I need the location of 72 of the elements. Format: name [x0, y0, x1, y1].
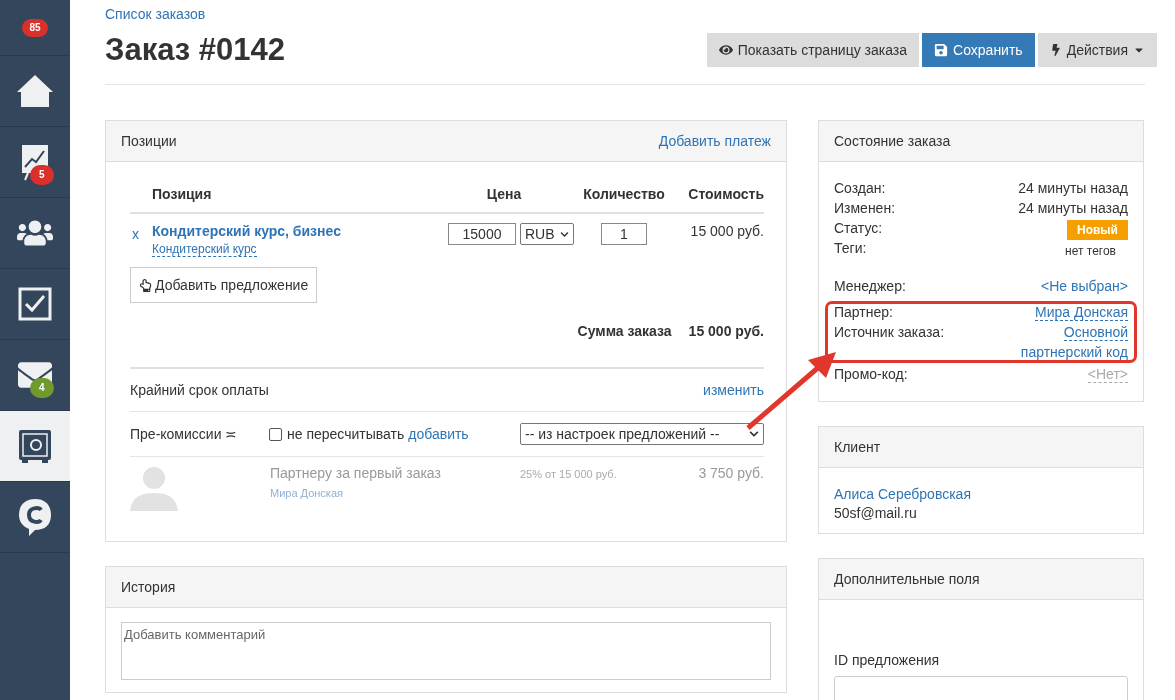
card-title: Дополнительные поля	[834, 571, 980, 587]
value-link[interactable]: Мира Донская	[1035, 304, 1128, 321]
value-text: 24 минуты назад	[1018, 200, 1128, 216]
card-title: Состояние заказа	[834, 133, 951, 149]
sidebar-item[interactable]: 5	[0, 127, 70, 198]
bolt-icon	[1049, 44, 1062, 56]
price-input[interactable]: 15000	[448, 223, 516, 245]
offer-link[interactable]: Кондитерский курс	[152, 242, 257, 257]
hand-pointer-icon	[139, 278, 152, 292]
cost-text: 15 000 руб.	[689, 223, 764, 239]
sidebar-item[interactable]: 4	[0, 340, 70, 411]
commission-select[interactable]: -- из настроек предложений --	[520, 423, 764, 445]
client-email: 50sf@mail.ru	[834, 505, 917, 521]
client-name-link[interactable]: Алиса Серебровская	[834, 486, 971, 502]
tags-text: нет тегов	[1065, 244, 1116, 258]
manager-link[interactable]: <Не выбран>	[1041, 278, 1128, 294]
add-payment-link[interactable]: Добавить платеж	[658, 133, 771, 149]
input-field[interactable]	[834, 676, 1128, 700]
product-link[interactable]: Кондитерский курс, бизнес	[152, 223, 341, 239]
page-title: Заказ #0142	[105, 32, 286, 68]
value-link[interactable]: партнерский код	[1020, 344, 1128, 360]
field-label: Промо-код:	[834, 366, 908, 382]
save-button[interactable]: Сохранить	[922, 33, 1035, 67]
deadline-label: Крайний срок оплаты	[130, 382, 269, 398]
total-label: Сумма заказа	[577, 323, 672, 339]
notification-badge: 85	[22, 18, 48, 37]
quantity-input[interactable]: 1	[601, 223, 647, 245]
column-header: Цена	[485, 186, 523, 202]
comment-field[interactable]: Добавить комментарий	[121, 622, 771, 680]
value-link[interactable]: Основной	[1063, 324, 1128, 341]
card-title: Позиции	[121, 133, 177, 149]
count-badge: 5	[30, 165, 54, 185]
card-title: Клиент	[834, 439, 881, 455]
commission-formula: 25% от 15 000 руб.	[520, 468, 618, 482]
view-button[interactable]: Показать страницу заказа	[706, 33, 920, 67]
chat-bubble-icon	[17, 497, 53, 537]
breadcrumb-link[interactable]: Список заказов	[105, 6, 206, 22]
chevron-icon	[560, 229, 569, 239]
field-label: Изменен:	[834, 200, 896, 216]
sidebar-item[interactable]	[0, 411, 70, 482]
column-header: Позиция	[152, 186, 213, 202]
total-value: 15 000 руб.	[688, 323, 764, 339]
change-link[interactable]: изменить	[703, 382, 764, 398]
field-label: Источник заказа:	[834, 324, 945, 340]
commission-label: Пре-комиссии ≍	[130, 426, 239, 442]
safe-icon	[18, 429, 52, 463]
home-icon	[16, 73, 54, 109]
field-label: ID предложения	[834, 652, 941, 668]
value-text: 24 минуты назад	[1018, 180, 1128, 196]
column-header: Количество	[582, 186, 666, 202]
column-header: Стоимость	[687, 186, 764, 202]
eye-icon	[718, 43, 733, 57]
field-label: Партнер:	[834, 304, 893, 320]
commission-amount: 3 750 руб.	[697, 465, 764, 483]
remove-link[interactable]: x	[132, 226, 152, 242]
checkbox-icon	[18, 287, 52, 321]
card-title: История	[121, 579, 176, 595]
chevron-icon	[749, 429, 759, 439]
field-label: Теги:	[834, 240, 867, 256]
commission-title: Партнеру за первый заказ	[270, 465, 441, 481]
field-label: Создан:	[834, 180, 886, 196]
save-icon	[934, 43, 949, 57]
currency-select[interactable]: RUB	[520, 223, 574, 245]
user-silhouette-icon	[130, 465, 178, 511]
recalc-checkbox[interactable]: не пересчитывать	[269, 426, 405, 442]
field-label: Менеджер:	[834, 278, 906, 294]
actions-dropdown[interactable]: Действия	[1037, 33, 1157, 67]
add-link[interactable]: добавить	[408, 426, 469, 442]
add-offer-button[interactable]: Добавить предложение	[130, 267, 318, 303]
count-badge: 4	[30, 378, 54, 398]
status-badge: Новый	[1067, 220, 1128, 240]
field-label: Статус:	[834, 220, 883, 236]
